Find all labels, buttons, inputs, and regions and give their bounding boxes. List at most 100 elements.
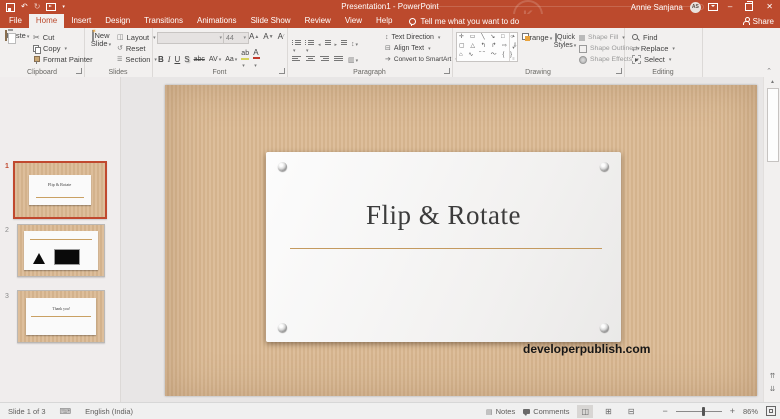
grow-font-button[interactable]: A▲	[247, 31, 261, 43]
section-button[interactable]: Section	[117, 54, 157, 65]
vertical-scrollbar[interactable]: ▲ ⇈ ⇊	[763, 77, 780, 402]
minimize-button[interactable]: –	[725, 0, 735, 14]
shapes-row-3[interactable]: ⌂ ∿ ⌒ 〜 { }	[457, 51, 517, 60]
tab-animations[interactable]: Animations	[190, 14, 244, 28]
language-keyboard-icon[interactable]	[60, 407, 72, 416]
slide-sorter-view-button[interactable]	[601, 405, 616, 418]
group-label-clipboard: Clipboard	[27, 69, 57, 76]
convert-smartart-button[interactable]: Convert to SmartArt	[385, 54, 458, 65]
slide-thumbnail-1[interactable]: Flip & Rotate	[13, 161, 107, 219]
slide-paper[interactable]: Flip & Rotate	[266, 152, 621, 342]
shapes-row-2[interactable]: ▢ △ ↰ ↱ ⇨ ⇩	[457, 42, 517, 51]
shapes-gallery-scrollbar[interactable]: ▲ ▼ ≡	[509, 33, 517, 61]
collapse-ribbon-icon[interactable]: ⌃	[766, 67, 772, 75]
increase-indent-button[interactable]	[341, 38, 348, 46]
find-button[interactable]: Find	[632, 32, 675, 43]
restore-button[interactable]	[745, 1, 754, 11]
shapes-gallery[interactable]: ✛ ▭ ╲ ↘ □ ○ ▢ △ ↰ ↱ ⇨ ⇩ ⌂ ∿ ⌒ 〜 { } ▲ ▼ ≡	[456, 32, 518, 62]
text-shadow-button[interactable]: S	[182, 54, 191, 66]
numbering-button[interactable]	[305, 38, 314, 46]
slide-thumbnail-2[interactable]	[17, 224, 105, 277]
shape-fill-icon	[579, 34, 585, 41]
italic-button[interactable]: I	[166, 54, 173, 66]
align-right-button[interactable]	[320, 54, 329, 62]
text-direction-button[interactable]: Text Direction	[385, 32, 458, 43]
layout-button[interactable]: Layout	[117, 32, 157, 43]
thumbnail-1-title: Flip & Rotate	[48, 183, 72, 188]
group-font: ▾ 44▾ A▲ A▼ A⁄ B I U S abc AV Aa ab A Fo…	[152, 28, 288, 77]
align-left-button[interactable]	[292, 54, 301, 62]
avatar[interactable]: AS	[689, 1, 701, 13]
shapes-row-1[interactable]: ✛ ▭ ╲ ↘ □ ○	[457, 33, 517, 42]
ribbon-tab-row: File Home Insert Design Transitions Anim…	[0, 14, 780, 28]
tab-design[interactable]: Design	[98, 14, 137, 28]
clear-formatting-button[interactable]: A⁄	[276, 31, 286, 43]
scrollbar-thumb[interactable]	[767, 88, 779, 162]
tab-review[interactable]: Review	[298, 14, 338, 28]
tab-transitions[interactable]: Transitions	[137, 14, 190, 28]
language-label[interactable]: English (India)	[85, 407, 133, 416]
tell-me-box[interactable]: Tell me what you want to do	[409, 14, 519, 28]
arrange-button[interactable]: Arrange	[522, 33, 552, 43]
zoom-out-button[interactable]: −	[662, 406, 667, 416]
next-slide-icon[interactable]: ⇊	[764, 385, 780, 394]
reading-view-button[interactable]	[624, 405, 639, 418]
highlight-color-button[interactable]: ab	[239, 48, 251, 72]
zoom-slider-thumb[interactable]	[701, 406, 705, 416]
ribbon-display-options-icon[interactable]	[707, 3, 718, 11]
tab-insert[interactable]: Insert	[64, 14, 98, 28]
group-label-editing: Editing	[652, 69, 674, 76]
pin-top-right	[600, 162, 609, 171]
slide-title-text[interactable]: Flip & Rotate	[266, 200, 621, 231]
tab-file[interactable]: File	[2, 14, 29, 28]
scroll-up-icon[interactable]: ▲	[764, 79, 780, 85]
quick-styles-button[interactable]: Quick Styles	[552, 33, 578, 50]
strikethrough-button[interactable]: abc	[192, 54, 207, 66]
shrink-font-button[interactable]: A▼	[261, 31, 275, 43]
slide-editing-area[interactable]: Flip & Rotate developerpublish.com	[165, 85, 757, 396]
reset-button[interactable]: Reset	[117, 43, 157, 54]
align-text-button[interactable]: Align Text	[385, 43, 458, 54]
slide-show-button[interactable]	[646, 410, 654, 412]
drawing-dialog-launcher[interactable]	[616, 68, 622, 74]
tab-home[interactable]: Home	[28, 14, 65, 28]
character-spacing-button[interactable]: AV	[207, 54, 223, 66]
fit-slide-to-window-icon[interactable]	[766, 406, 776, 416]
zoom-level[interactable]: 86%	[743, 407, 758, 416]
tab-slide-show[interactable]: Slide Show	[244, 14, 298, 28]
user-name[interactable]: Annie Sanjana	[631, 3, 683, 12]
close-button[interactable]: ✕	[763, 0, 776, 14]
font-size-combo[interactable]: 44 ▾	[223, 32, 249, 44]
bullets-button[interactable]	[292, 38, 301, 46]
new-slide-button[interactable]: New Slide	[87, 30, 115, 49]
tab-help[interactable]: Help	[369, 14, 399, 28]
zoom-in-button[interactable]: +	[730, 406, 735, 416]
select-icon	[632, 55, 641, 64]
group-label-font: Font	[212, 69, 227, 76]
comments-button[interactable]: Comments	[523, 407, 569, 416]
replace-button[interactable]: Replace	[632, 43, 675, 54]
slide-indicator[interactable]: Slide 1 of 3	[8, 407, 46, 416]
font-dialog-launcher[interactable]	[279, 68, 285, 74]
group-editing: Find Replace Select Editing	[624, 28, 703, 77]
font-name-combo[interactable]: ▾	[157, 32, 225, 44]
bold-button[interactable]: B	[156, 54, 166, 66]
underline-button[interactable]: U	[172, 54, 182, 66]
ribbon: Paste Cut Copy Format Painter Clipboard …	[0, 28, 780, 78]
justify-button[interactable]	[334, 54, 343, 62]
select-button[interactable]: Select	[632, 54, 675, 65]
tab-view[interactable]: View	[338, 14, 369, 28]
columns-button[interactable]	[348, 49, 358, 67]
slide-thumbnail-3[interactable]: Thank you!	[17, 290, 105, 343]
decrease-indent-button[interactable]	[324, 38, 331, 46]
align-center-button[interactable]	[306, 54, 315, 62]
change-case-button[interactable]: Aa	[223, 54, 239, 66]
share-button[interactable]: Share	[742, 14, 774, 28]
notes-button[interactable]: Notes	[486, 407, 516, 416]
normal-view-button[interactable]	[577, 404, 594, 418]
paste-button[interactable]: Paste	[4, 30, 30, 41]
paragraph-dialog-launcher[interactable]	[444, 68, 450, 74]
previous-slide-icon[interactable]: ⇈	[764, 372, 780, 381]
clipboard-dialog-launcher[interactable]	[76, 68, 82, 74]
zoom-slider[interactable]	[675, 406, 722, 416]
